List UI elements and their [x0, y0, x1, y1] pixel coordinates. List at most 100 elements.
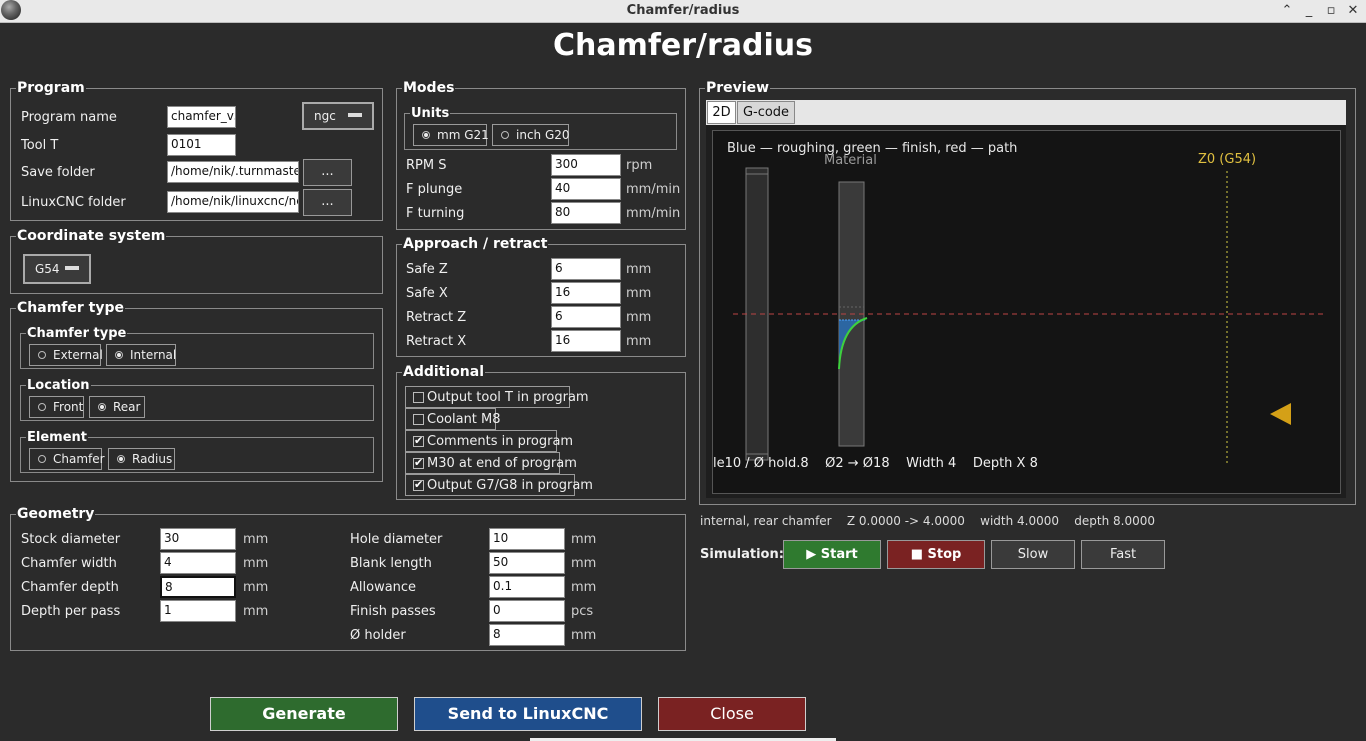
rpm-input[interactable]: 300 [551, 154, 621, 176]
internal-radio-label: Internal [130, 348, 177, 362]
comments-label: Comments in program [427, 434, 574, 449]
finish-passes-unit: pcs [571, 604, 594, 619]
coolant-label: Coolant M8 [427, 412, 501, 427]
tab-gcode[interactable]: G-code [737, 101, 795, 124]
retract-z-unit: mm [626, 310, 652, 325]
chamfer-width-unit: mm [243, 556, 269, 571]
simulation-start-button[interactable]: ▶ Start [783, 540, 881, 569]
hole-diameter-input[interactable]: 10 [489, 528, 565, 550]
chamfer-type-subgroup-title: Chamfer type [27, 326, 127, 341]
preview-status: internal, rear chamfer Z 0.0000 -> 4.000… [700, 514, 1156, 528]
simulation-slow-button[interactable]: Slow [991, 540, 1075, 569]
location-subgroup-title: Location [27, 378, 90, 393]
radio-indicator [501, 131, 509, 139]
front-radio-label: Front [53, 400, 84, 414]
radio-indicator [38, 403, 46, 411]
depth-per-pass-label: Depth per pass [21, 604, 121, 619]
safe-x-input[interactable]: 16 [551, 282, 621, 304]
coolant-checkbox[interactable]: Coolant M8 [405, 408, 501, 430]
generate-button[interactable]: Generate [210, 697, 398, 731]
output-tool-checkbox[interactable]: Output tool T in program [405, 386, 589, 408]
save-folder-browse-button[interactable]: ... [303, 159, 352, 186]
radius-radio-label: Radius [132, 452, 173, 466]
preview-drawing [733, 167, 1325, 463]
coordinate-system-title: Coordinate system [17, 228, 166, 244]
internal-radio[interactable]: Internal [106, 344, 176, 366]
retract-x-input[interactable]: 16 [551, 330, 621, 352]
depth-per-pass-unit: mm [243, 604, 269, 619]
save-folder-input[interactable]: /home/nik/.turnmaster/gcode [167, 161, 299, 183]
preview-group-title: Preview [706, 80, 770, 96]
close-button[interactable]: Close [658, 697, 806, 731]
tool-marker-icon [1270, 403, 1291, 425]
rpm-unit: rpm [626, 158, 653, 173]
safe-z-input[interactable]: 6 [551, 258, 621, 280]
stock-diameter-input[interactable]: 30 [160, 528, 236, 550]
window-title: Chamfer/radius [626, 3, 740, 18]
radio-indicator [115, 351, 123, 359]
simulation-fast-button[interactable]: Fast [1081, 540, 1165, 569]
window-titlebar: Chamfer/radius ⌃ _ ▫ ✕ [0, 0, 1366, 23]
safe-z-label: Safe Z [406, 262, 448, 277]
hole-diameter-label: Hole diameter [350, 532, 443, 547]
finish-passes-label: Finish passes [350, 604, 436, 619]
g7g8-label: Output G7/G8 in program [427, 478, 593, 493]
program-name-input[interactable]: chamfer_v3 [167, 106, 236, 128]
preview-tab-bar [706, 100, 1346, 125]
maximize-restore-icon[interactable]: ⌃ [1278, 2, 1296, 20]
save-folder-label: Save folder [21, 165, 95, 180]
minimize-icon[interactable]: _ [1300, 2, 1318, 20]
page-title: Chamfer/radius [552, 28, 814, 63]
external-radio[interactable]: External [29, 344, 103, 366]
geometry-group-title: Geometry [17, 506, 95, 522]
rear-radio[interactable]: Rear [89, 396, 145, 418]
mm-g21-radio-label: mm G21 [437, 128, 489, 142]
mm-g21-radio[interactable]: mm G21 [413, 124, 489, 146]
blank-length-input[interactable]: 50 [489, 552, 565, 574]
simulation-stop-button[interactable]: ■ Stop [887, 540, 985, 569]
chamfer-width-input[interactable]: 4 [160, 552, 236, 574]
element-subgroup-title: Element [27, 430, 87, 445]
dropdown-indicator-icon [348, 113, 362, 117]
front-radio[interactable]: Front [29, 396, 84, 418]
depth-per-pass-input[interactable]: 1 [160, 600, 236, 622]
program-name-label: Program name [21, 110, 117, 125]
finish-passes-input[interactable]: 0 [489, 600, 565, 622]
m30-checkbox[interactable]: M30 at end of program [405, 452, 577, 474]
units-subgroup-title: Units [411, 106, 450, 121]
f-turning-input[interactable]: 80 [551, 202, 621, 224]
radius-radio[interactable]: Radius [108, 448, 175, 470]
g7g8-checkbox[interactable]: Output G7/G8 in program [405, 474, 593, 496]
preview-canvas: Blue — roughing, green — finish, red — p… [712, 130, 1341, 494]
chamfer-depth-label: Chamfer depth [21, 580, 119, 595]
retract-z-label: Retract Z [406, 310, 467, 325]
coordinate-system-dropdown[interactable]: G54 [23, 254, 91, 284]
linuxcnc-folder-input[interactable]: /home/nik/linuxcnc/nc_files [167, 191, 299, 213]
close-icon[interactable]: ✕ [1344, 2, 1362, 20]
external-radio-label: External [53, 348, 103, 362]
dropdown-indicator-icon [65, 266, 79, 270]
tool-input[interactable]: 0101 [167, 134, 236, 156]
preview-info: le10 / Ø hold.8 Ø2 → Ø18 Width 4 Depth X… [713, 456, 1038, 471]
chamfer-radio[interactable]: Chamfer [29, 448, 105, 470]
holder-diameter-input[interactable]: 8 [489, 624, 565, 646]
comments-checkbox[interactable]: Comments in program [405, 430, 573, 452]
inch-g20-radio[interactable]: inch G20 [492, 124, 570, 146]
rear-radio-label: Rear [113, 400, 141, 414]
restore-icon[interactable]: ▫ [1322, 2, 1340, 20]
radio-indicator [38, 455, 46, 463]
tab-2d[interactable]: 2D [707, 101, 736, 124]
chamfer-depth-input[interactable]: 8 [160, 576, 236, 598]
allowance-label: Allowance [350, 580, 417, 595]
f-plunge-label: F plunge [406, 182, 463, 197]
hole-diameter-unit: mm [571, 532, 597, 547]
retract-z-input[interactable]: 6 [551, 306, 621, 328]
f-turning-unit: mm/min [626, 206, 681, 221]
format-dropdown[interactable]: ngc [302, 102, 374, 130]
allowance-input[interactable]: 0.1 [489, 576, 565, 598]
send-to-linuxcnc-button[interactable]: Send to LinuxCNC [414, 697, 642, 731]
output-tool-label: Output tool T in program [427, 390, 589, 405]
program-group-title: Program [17, 80, 85, 96]
linuxcnc-folder-browse-button[interactable]: ... [303, 189, 352, 216]
f-plunge-input[interactable]: 40 [551, 178, 621, 200]
